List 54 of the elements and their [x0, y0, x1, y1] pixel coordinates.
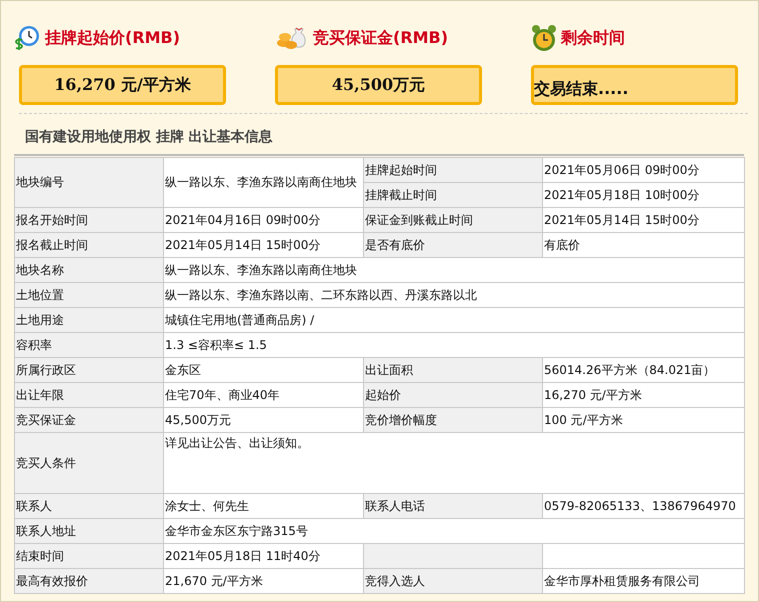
field-value-cell: 2021年05月06日 09时00分 — [542, 158, 744, 182]
card-value: 45,500万元 — [275, 65, 482, 105]
section-title: 国有建设用地使用权 挂牌 出让基本信息 — [25, 129, 273, 145]
field-value-cell: 金华市厚朴租赁服务有限公司 — [542, 568, 744, 594]
field-label-cell: 出让年限 — [14, 382, 164, 408]
field-value-cell: 纵一路以东、李渔东路以南、二环东路以西、丹溪东路以北 — [164, 282, 744, 308]
field-value-cell: 城镇住宅用地(普通商品房) / — [164, 308, 744, 332]
field-value-cell: 2021年04月16日 09时00分 — [164, 208, 364, 232]
field-label-cell: 起始价 — [364, 382, 542, 408]
field-value-cell: 住宅70年、商业40年 — [164, 382, 364, 408]
field-label-cell: 是否有底价 — [364, 232, 542, 258]
card-label: 剩余时间 — [561, 28, 625, 48]
field-value-cell: 2021年05月18日 10时00分 — [542, 182, 744, 208]
field-label-cell: 挂牌起始时间 — [364, 158, 542, 182]
field-value-cell: 纵一路以东、李渔东路以南商住地块 — [164, 258, 744, 282]
field-label-cell: 最高有效报价 — [14, 568, 164, 594]
card-value: 交易结束..... — [531, 65, 738, 105]
field-value-cell: 16,270 元/平方米 — [542, 382, 744, 408]
field-label-cell: 报名开始时间 — [14, 208, 164, 232]
clock-dollar-icon — [13, 24, 41, 52]
field-label-cell: 地块名称 — [14, 258, 164, 282]
field-label-cell: 报名截止时间 — [14, 232, 164, 258]
field-value-cell: 纵一路以东、李渔东路以南商住地块 — [164, 158, 364, 208]
field-label-cell: 保证金到账截止时间 — [364, 208, 542, 232]
field-label-cell: 竞价增价幅度 — [364, 408, 542, 432]
field-label-cell: 结束时间 — [14, 544, 164, 568]
field-value-cell: 有底价 — [542, 232, 744, 258]
field-value-cell: 21,670 元/平方米 — [164, 568, 364, 594]
field-value-cell: 涂女士、何先生 — [164, 494, 364, 518]
field-label-cell: 联系人 — [14, 494, 164, 518]
field-label-cell: 竞买保证金 — [14, 408, 164, 432]
field-label-cell: 土地用途 — [14, 308, 164, 332]
field-value-cell: 2021年05月14日 15时00分 — [164, 232, 364, 258]
field-label-cell: 联系人电话 — [364, 494, 542, 518]
field-label-cell: 土地位置 — [14, 282, 164, 308]
field-label-cell: 挂牌截止时间 — [364, 182, 542, 208]
field-label-cell: 竞买人条件 — [14, 432, 164, 494]
field-value-cell: 0579-82065133、13867964970 — [542, 494, 744, 518]
card-label: 竞买保证金(RMB) — [313, 28, 448, 48]
field-value-cell: 金东区 — [164, 358, 364, 382]
field-label-cell: 联系人地址 — [14, 518, 164, 544]
field-label-cell: 容积率 — [14, 332, 164, 358]
field-label-cell: 出让面积 — [364, 358, 542, 382]
field-value-cell: 56014.26平方米（84.021亩） — [542, 358, 744, 382]
card-label: 挂牌起始价(RMB) — [45, 28, 180, 48]
alarm-clock-icon — [531, 24, 557, 52]
field-value-cell: 2021年05月18日 11时40分 — [164, 544, 364, 568]
field-value-cell: 45,500万元 — [164, 408, 364, 432]
field-label-cell: 地块编号 — [14, 158, 164, 208]
field-value-cell: 2021年05月14日 15时00分 — [542, 208, 744, 232]
field-label-cell: 所属行政区 — [14, 358, 164, 382]
card-value: 16,270 元/平方米 — [19, 65, 226, 105]
field-value-cell: 100 元/平方米 — [542, 408, 744, 432]
field-label-cell: 竞得入选人 — [364, 568, 542, 594]
